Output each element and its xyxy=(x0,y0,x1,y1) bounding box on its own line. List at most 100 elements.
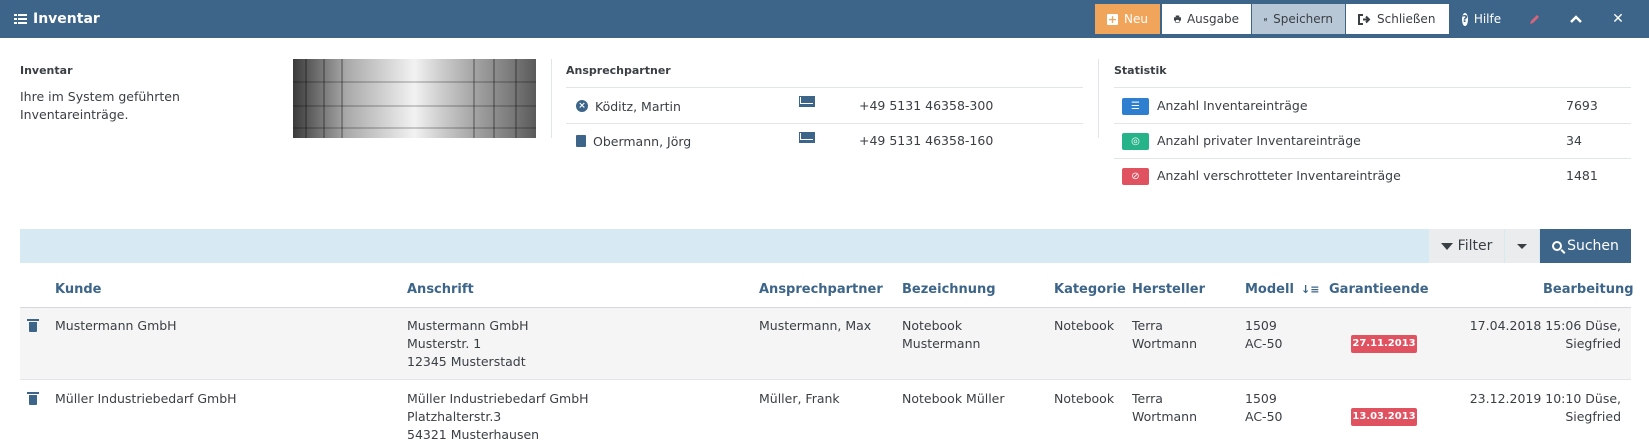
address-line: 54321 Musterhausen xyxy=(407,427,540,442)
trash-icon[interactable] xyxy=(27,319,39,332)
cell-ansprechpartner: Müller, Frank xyxy=(759,391,840,406)
cell-bearbeitung: 23.12.2019 10:10 Düse, Siegfried xyxy=(1400,390,1621,426)
modell-line: 1509 xyxy=(1245,391,1277,406)
address-line: Mustermann GmbH xyxy=(407,318,529,333)
hersteller-line: Wortmann xyxy=(1132,409,1197,424)
contact-name[interactable]: Obermann, Jörg xyxy=(593,134,691,149)
contact-row: × Köditz, Martin xyxy=(576,89,1076,123)
divider xyxy=(566,87,1083,88)
cell-kunde[interactable]: Mustermann GmbH xyxy=(55,317,177,335)
address-line: Müller Industriebedarf GmbH xyxy=(407,391,589,406)
sort-icon[interactable]: ↓≡ xyxy=(1301,283,1319,296)
contact-name[interactable]: Köditz, Martin xyxy=(595,99,681,114)
chevron-up-icon xyxy=(1570,15,1582,23)
plus-icon: + xyxy=(1107,12,1118,26)
column-header-modell[interactable]: Modell xyxy=(1245,282,1294,297)
output-button[interactable]: Ausgabe xyxy=(1162,4,1251,34)
modell-line: AC-50 xyxy=(1245,336,1283,351)
new-button[interactable]: + Neu xyxy=(1095,4,1160,34)
cell-kunde[interactable]: Müller Industriebedarf GmbH xyxy=(55,390,237,408)
divider xyxy=(1114,123,1631,124)
pencil-icon xyxy=(1530,15,1539,24)
stats-heading: Statistik xyxy=(1114,64,1167,77)
divider xyxy=(551,59,552,138)
column-header-ansprechpartner[interactable]: Ansprechpartner xyxy=(759,282,883,297)
info-heading: Inventar xyxy=(20,64,73,77)
column-header-anschrift[interactable]: Anschrift xyxy=(407,282,474,297)
cell-kategorie: Notebook xyxy=(1054,391,1115,406)
divider xyxy=(1114,158,1631,159)
filter-button-label: Filter xyxy=(1457,238,1493,254)
hersteller-line: Wortmann xyxy=(1132,336,1197,351)
save-button-label: Speichern xyxy=(1273,12,1333,26)
search-button[interactable]: Suchen xyxy=(1540,229,1631,263)
stat-value: 1481 xyxy=(1566,168,1598,183)
list-icon xyxy=(14,13,27,25)
filter-dropdown-button[interactable] xyxy=(1505,229,1539,263)
cell-modell: 1509 AC-50 xyxy=(1245,317,1282,353)
cell-hersteller: Terra Wortmann xyxy=(1132,317,1197,353)
cell-bezeichnung: Notebook Müller xyxy=(902,390,1005,408)
new-button-label: Neu xyxy=(1124,12,1148,26)
column-header-kategorie[interactable]: Kategorie xyxy=(1054,282,1126,297)
contact-phone[interactable]: +49 5131 46358-160 xyxy=(859,133,993,148)
bearbeitung-line: 23.12.2019 10:10 Düse, xyxy=(1469,391,1621,406)
hersteller-line: Terra xyxy=(1132,318,1163,333)
close-button[interactable]: ✕ xyxy=(1600,4,1636,34)
bearbeitung-line: Siegfried xyxy=(1565,336,1621,351)
trash-icon[interactable] xyxy=(27,392,39,405)
hersteller-line: Terra xyxy=(1132,391,1163,406)
column-header-bearbeitung[interactable]: Bearbeitung xyxy=(1543,282,1634,297)
list-icon: ☰ xyxy=(1122,98,1149,115)
divider xyxy=(20,379,1631,380)
output-button-label: Ausgabe xyxy=(1186,12,1239,26)
cell-kategorie: Notebook xyxy=(1054,318,1115,333)
print-icon xyxy=(1174,15,1181,23)
column-header-hersteller[interactable]: Hersteller xyxy=(1132,282,1205,297)
help-button[interactable]: ? Hilfe xyxy=(1450,4,1512,34)
question-icon: ? xyxy=(1462,12,1468,26)
cell-bezeichnung: Notebook Mustermann xyxy=(902,317,980,353)
filter-button[interactable]: Filter xyxy=(1429,229,1504,263)
contacts-heading: Ansprechpartner xyxy=(566,64,671,77)
column-header-garantieende[interactable]: Garantieende xyxy=(1329,282,1429,297)
bearbeitung-line: Siegfried xyxy=(1565,409,1621,424)
cell-ansprechpartner: Mustermann, Max xyxy=(759,318,872,333)
x-circle-icon: × xyxy=(576,100,588,112)
save-button[interactable]: Speichern xyxy=(1252,4,1345,34)
divider xyxy=(1098,59,1099,138)
window-title-label: Inventar xyxy=(33,11,100,27)
cell-anschrift: Müller Industriebedarf GmbH Platzhalters… xyxy=(407,390,589,444)
sign-out-icon xyxy=(1358,13,1371,25)
collapse-button[interactable] xyxy=(1558,4,1594,34)
envelope-icon[interactable] xyxy=(799,132,815,143)
cell-hersteller: Terra Wortmann xyxy=(1132,390,1197,426)
column-header-kunde[interactable]: Kunde xyxy=(55,282,101,297)
filter-icon xyxy=(1440,242,1453,250)
modell-line: AC-50 xyxy=(1245,409,1283,424)
close-icon: ✕ xyxy=(1612,11,1624,27)
search-button-label: Suchen xyxy=(1567,238,1619,254)
stat-value: 34 xyxy=(1566,133,1582,148)
contact-row: Obermann, Jörg xyxy=(576,124,1076,158)
address-line: 12345 Musterstadt xyxy=(407,354,526,369)
close-record-button[interactable]: Schließen xyxy=(1346,4,1449,34)
top-bar: Inventar + Neu Ausgabe Speichern Schließ… xyxy=(0,0,1649,38)
edit-button[interactable] xyxy=(1520,4,1550,34)
stat-value: 7693 xyxy=(1566,98,1598,113)
bearbeitung-line: 17.04.2018 15:06 Düse, xyxy=(1469,318,1621,333)
search-bar[interactable] xyxy=(20,229,1631,263)
envelope-icon[interactable] xyxy=(799,96,815,107)
cell-modell: 1509 AC-50 xyxy=(1245,390,1282,426)
cell-anschrift: Mustermann GmbH Musterstr. 1 12345 Muste… xyxy=(407,317,529,371)
archive-photo xyxy=(293,59,536,138)
contact-phone[interactable]: +49 5131 46358-300 xyxy=(859,98,993,113)
column-header-bezeichnung[interactable]: Bezeichnung xyxy=(902,282,996,297)
info-description: Ihre im System geführten Inventareinträg… xyxy=(20,89,180,122)
bezeichnung-line: Mustermann xyxy=(902,336,981,351)
bezeichnung-line: Notebook Müller xyxy=(902,391,1005,406)
stat-label: Anzahl privater Inventareinträge xyxy=(1157,133,1361,148)
close-record-button-label: Schließen xyxy=(1377,12,1436,26)
search-icon xyxy=(1552,241,1563,251)
chevron-down-icon xyxy=(1517,243,1527,249)
